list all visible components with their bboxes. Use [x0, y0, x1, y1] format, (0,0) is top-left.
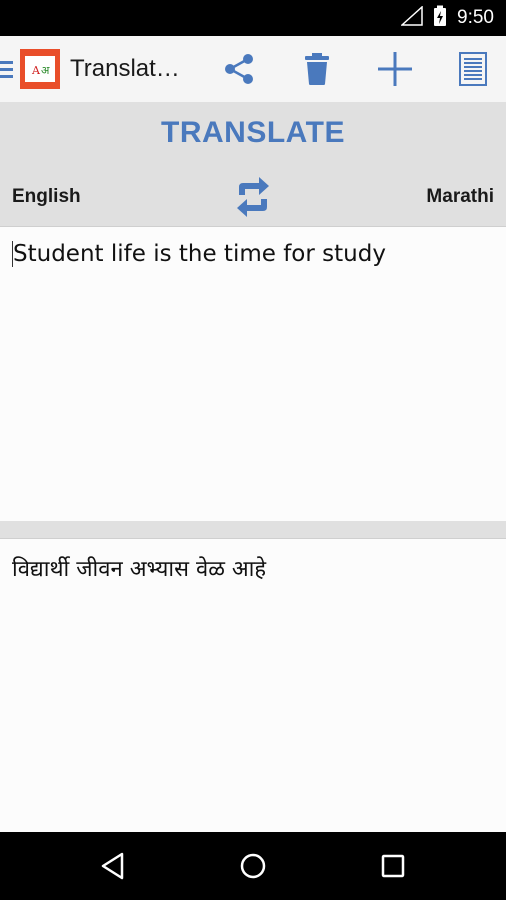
list-icon — [459, 52, 487, 86]
translate-panel: TRANSLATE English Marathi Student life i… — [0, 102, 506, 832]
swap-icon — [237, 177, 269, 217]
swap-languages-button[interactable] — [228, 170, 278, 224]
home-icon — [240, 853, 266, 879]
app-bar: A अ Translat… — [0, 36, 506, 102]
translation-output: विद्यार्थी जीवन अभ्यास वेळ आहे — [0, 538, 506, 832]
share-icon — [225, 54, 253, 84]
app-logo: A अ — [20, 49, 60, 89]
navigation-bar — [0, 832, 506, 900]
menu-icon[interactable] — [0, 36, 14, 102]
recents-icon — [381, 854, 405, 878]
history-button[interactable] — [434, 36, 506, 102]
source-language[interactable]: English — [12, 186, 81, 208]
source-text[interactable]: Student life is the time for study — [12, 241, 386, 267]
back-button[interactable] — [93, 848, 133, 884]
svg-text:अ: अ — [41, 64, 50, 77]
delete-button[interactable] — [278, 36, 356, 102]
add-button[interactable] — [356, 36, 434, 102]
svg-text:A: A — [31, 64, 41, 77]
battery-icon — [433, 5, 447, 31]
language-row: English Marathi — [0, 168, 506, 226]
add-icon — [378, 52, 412, 86]
target-language[interactable]: Marathi — [426, 186, 494, 208]
app-title: Translat… — [70, 55, 180, 82]
status-time: 9:50 — [457, 7, 494, 28]
back-icon — [101, 852, 124, 880]
status-bar: 9:50 — [0, 0, 506, 36]
trash-icon — [305, 53, 329, 85]
translate-heading: TRANSLATE — [161, 116, 345, 149]
translated-text: विद्यार्थी जीवन अभ्यास वेळ आहे — [12, 557, 267, 582]
share-button[interactable] — [200, 36, 278, 102]
recents-button[interactable] — [373, 848, 413, 884]
source-text-input[interactable]: Student life is the time for study — [0, 226, 506, 521]
signal-icon — [400, 5, 423, 30]
home-button[interactable] — [233, 848, 273, 884]
